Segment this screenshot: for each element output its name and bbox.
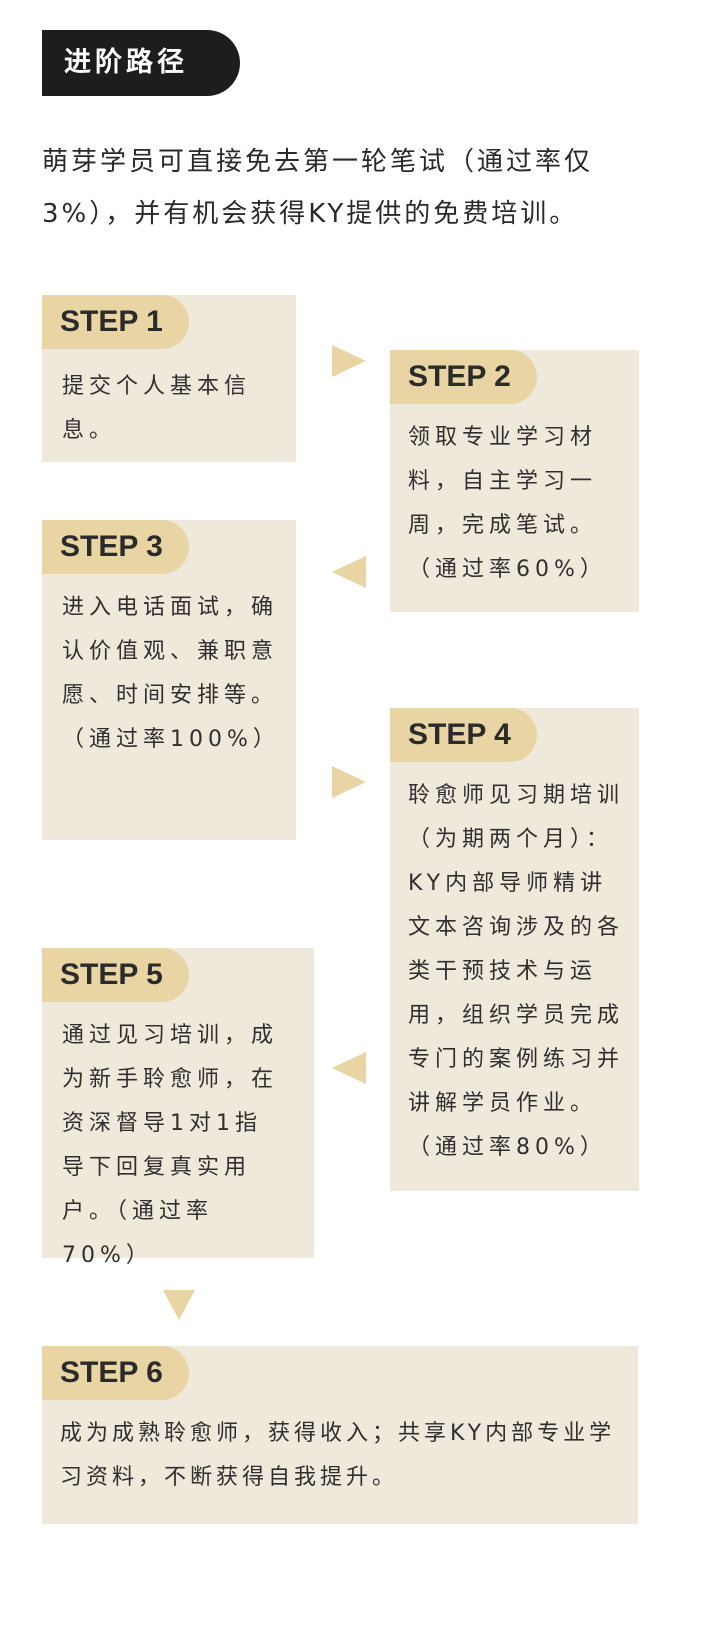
triangle-right-icon (332, 345, 366, 377)
step-5-label: STEP 5 (42, 948, 189, 1002)
step-3-text: 进入电话面试，确认价值观、兼职意愿、时间安排等。（通过率100%） (62, 595, 280, 752)
step-4-card: STEP 4 聆愈师见习期培训（为期两个月）：KY内部导师精讲文本咨询涉及的各类… (390, 708, 639, 1191)
step-1-label: STEP 1 (42, 295, 189, 349)
step-2-text: 领取专业学习材料，自主学习一周，完成笔试。（通过率60%） (408, 425, 607, 582)
section-title-tag: 进阶路径 (42, 30, 240, 96)
step-2-label: STEP 2 (390, 350, 537, 404)
step-6-text: 成为成熟聆愈师，获得收入；共享KY内部专业学习资料，不断获得自我提升。 (60, 1421, 616, 1490)
step-1-card: STEP 1 提交个人基本信息。 (42, 295, 296, 462)
triangle-right-icon (332, 766, 366, 798)
triangle-left-icon (332, 556, 366, 588)
step-6-card: STEP 6 成为成熟聆愈师，获得收入；共享KY内部专业学习资料，不断获得自我提… (42, 1346, 638, 1524)
step-4-label: STEP 4 (390, 708, 537, 762)
step-3-card: STEP 3 进入电话面试，确认价值观、兼职意愿、时间安排等。（通过率100%） (42, 520, 296, 840)
step-6-label: STEP 6 (42, 1346, 189, 1400)
step-2-card: STEP 2 领取专业学习材料，自主学习一周，完成笔试。（通过率60%） (390, 350, 639, 612)
intro-paragraph: 萌芽学员可直接免去第一轮笔试（通过率仅3%），并有机会获得KY提供的免费培训。 (42, 147, 594, 229)
step-5-text: 通过见习培训，成为新手聆愈师，在资深督导1对1指导下回复真实用户。（通过率70%… (62, 1023, 279, 1268)
step-5-card: STEP 5 通过见习培训，成为新手聆愈师，在资深督导1对1指导下回复真实用户。… (42, 948, 314, 1268)
step-1-text: 提交个人基本信息。 (62, 374, 252, 443)
step-4-text: 聆愈师见习期培训（为期两个月）：KY内部导师精讲文本咨询涉及的各类干预技术与运用… (408, 783, 625, 1160)
step-3-label: STEP 3 (42, 520, 189, 574)
triangle-left-icon (332, 1052, 366, 1084)
triangle-down-icon (163, 1290, 195, 1320)
